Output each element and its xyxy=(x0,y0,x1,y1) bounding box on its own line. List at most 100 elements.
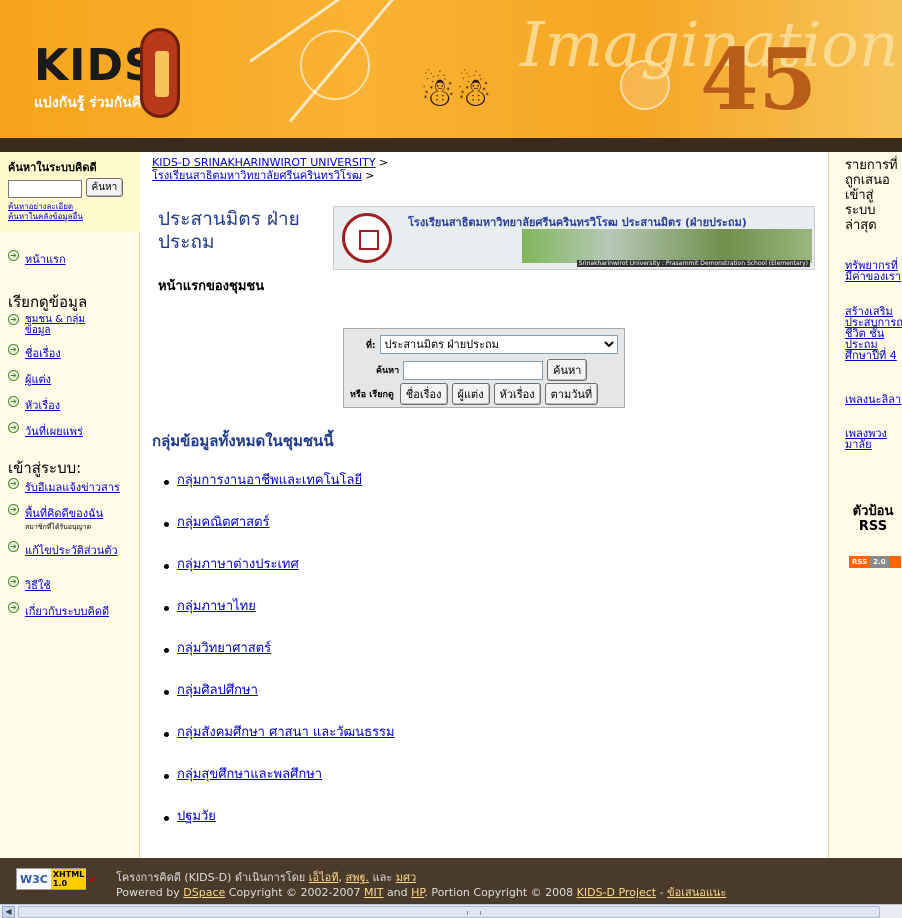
scroll-left-icon[interactable]: ◀ xyxy=(2,906,15,918)
collection-link[interactable]: ปฐมวัย xyxy=(177,805,216,826)
collection-link[interactable]: กลุ่มภาษาต่างประเทศ xyxy=(177,553,299,574)
edit-profile-link[interactable]: แก้ไขประวัติส่วนตัว xyxy=(25,541,118,559)
recent-item-link[interactable]: สร้างเสริมประสบการณ์ชีวิต ชั้นประถมศึกษา… xyxy=(845,306,902,361)
collection-link[interactable]: กลุ่มศิลปศึกษา xyxy=(177,679,258,700)
footer-dspace-link[interactable]: DSpace xyxy=(183,886,225,899)
collections-list: กลุ่มการงานอาชีพและเทคโนโลยี กลุ่มคณิตศา… xyxy=(164,458,395,836)
arrow-icon: ➔ xyxy=(8,478,19,489)
arrow-icon: ➔ xyxy=(8,422,19,433)
search-scope-select[interactable]: ประสานมิตร ฝ่ายประถม xyxy=(379,335,618,354)
home-link[interactable]: หน้าแรก xyxy=(25,250,66,268)
footer-line-2: Powered by DSpace Copyright © 2002-2007 … xyxy=(116,883,726,901)
arrow-icon: ➔ xyxy=(8,504,19,515)
arrow-icon: ➔ xyxy=(8,250,19,261)
community-home-heading: หน้าแรกของชุมชน xyxy=(158,279,265,294)
browse-nav: ➔ ชุมชน & กลุ่มข้อมูล ➔ ชื่อเรื่อง ➔ ผู้แต่… xyxy=(8,314,105,448)
community-search-input[interactable] xyxy=(403,360,544,380)
browse-date-button[interactable]: ตามวันที่ xyxy=(544,383,599,405)
school-seal-icon xyxy=(342,213,392,263)
breadcrumb-school[interactable]: โรงเรียนสาธิตมหาวิทยาลัยศรีนครินทรวิโรฒ xyxy=(152,169,362,182)
recent-item-link[interactable]: เพลงพวงมาลัย xyxy=(845,428,902,450)
left-sidebar: ค้นหาในระบบคิดดี ค้นหา ค้นหาอย่างละเอียด… xyxy=(0,152,140,858)
browse-heading: เรียกดูข้อมูล xyxy=(8,293,88,311)
footer-powered-by: Powered by xyxy=(116,886,180,899)
banner-decoration xyxy=(300,30,370,100)
collection-link[interactable]: กลุ่มภาษาไทย xyxy=(177,595,256,616)
collection-link[interactable]: กลุ่มการงานอาชีพและเทคโนโลยี xyxy=(177,469,362,490)
rss-heading: ตัวป้อน RSS xyxy=(852,504,894,534)
breadcrumb-university[interactable]: KIDS-D SRINAKHARINWIROT UNIVERSITY xyxy=(152,156,376,169)
banner-bg-number: 45 xyxy=(700,30,817,129)
sidebar-search-button[interactable]: ค้นหา xyxy=(85,177,124,197)
browse-author-button[interactable]: ผู้แต่ง xyxy=(451,383,490,405)
rss-badge-label: RSS xyxy=(852,558,868,566)
list-item: ปฐมวัย xyxy=(164,794,395,836)
main-content: KIDS-D SRINAKHARINWIROT UNIVERSITY > โรง… xyxy=(141,152,828,858)
browse-subject-button[interactable]: หัวเรื่อง xyxy=(493,383,541,405)
list-item: กลุ่มการงานอาชีพและเทคโนโลยี xyxy=(164,458,395,500)
site-banner: KIDS แบ่งกันรู้ ร่วมกันคิด Imagination ☃… xyxy=(0,0,902,138)
recent-item-link[interactable]: ทรัพยากรที่มีค่าของเรา xyxy=(845,260,902,282)
sidebar-search-input[interactable] xyxy=(8,180,82,198)
browse-authors-link[interactable]: ผู้แต่ง xyxy=(25,370,51,388)
logo-book-icon xyxy=(140,28,180,118)
arrow-icon: ➔ xyxy=(8,396,19,407)
browse-title-button[interactable]: ชื่อเรื่อง xyxy=(399,383,448,405)
list-item: กลุ่มสังคมศึกษา ศาสนา และวัฒนธรรม xyxy=(164,710,395,752)
arrow-icon: ➔ xyxy=(8,314,19,325)
help-link[interactable]: วิธีใช้ xyxy=(25,576,51,594)
external-search-link[interactable]: ค้นหาในคลังข้อมูลอื่น xyxy=(8,212,140,222)
recent-submissions-heading: รายการที่ถูกเสนอเข้าสู่ระบบล่าสุด xyxy=(845,158,898,233)
horizontal-scrollbar[interactable]: ◀ xyxy=(0,904,902,918)
login-heading: เข้าสู่ระบบ: xyxy=(8,459,82,477)
rss-feed-button[interactable]: RSS 2.0 xyxy=(849,556,901,568)
checkmark-icon: ✔ xyxy=(88,872,98,886)
footer-feedback-link[interactable]: ข้อเสนอแนะ xyxy=(667,886,726,899)
w3c-label: W3C xyxy=(20,872,48,886)
recent-item-link[interactable]: เพลงนะลิลา xyxy=(845,394,902,405)
sidebar-search: ค้นหาในระบบคิดดี ค้นหา ค้นหาอย่างละเอียด… xyxy=(0,152,140,232)
my-space-link[interactable]: พื้นที่คิดดีของฉัน xyxy=(25,507,103,520)
browse-communities-link[interactable]: ชุมชน & กลุ่มข้อมูล xyxy=(25,314,105,336)
list-item: กลุ่มศิลปศึกษา xyxy=(164,668,395,710)
w3c-xhtml-badge[interactable]: W3C XHTML 1.0 ✔ xyxy=(16,868,97,890)
arrow-icon: ➔ xyxy=(8,602,19,613)
about-link[interactable]: เกี่ยวกับระบบคิดดี xyxy=(25,602,109,620)
breadcrumb: KIDS-D SRINAKHARINWIROT UNIVERSITY > โรง… xyxy=(152,156,388,182)
footer-hp-link[interactable]: HP xyxy=(411,886,424,899)
footer-mit-link[interactable]: MIT xyxy=(364,886,383,899)
scrollbar-thumb[interactable] xyxy=(18,906,880,918)
email-alerts-link[interactable]: รับอีเมลแจ้งข่าวสาร xyxy=(25,478,120,496)
site-tagline: แบ่งกันรู้ ร่วมกันคิด xyxy=(34,95,151,111)
list-item: กลุ่มภาษาไทย xyxy=(164,584,395,626)
collection-link[interactable]: กลุ่มคณิตศาสตร์ xyxy=(177,511,270,532)
arrow-icon: ➔ xyxy=(8,576,19,587)
authorized-note: สมาชิกที่ได้รับอนุญาต xyxy=(25,523,92,531)
browse-dates-link[interactable]: วันที่เผยแพร่ xyxy=(25,422,83,440)
list-item: กลุ่มสุขศึกษาและพลศึกษา xyxy=(164,752,395,794)
school-banner-image: โรงเรียนสาธิตมหาวิทยาลัยศรีนครินทรวิโรฒ … xyxy=(333,206,815,270)
site-footer: W3C XHTML 1.0 ✔ โครงการคิดดี (KIDS-D) ดำ… xyxy=(0,858,902,904)
community-search-panel: ที่: ประสานมิตร ฝ่ายประถม ค้นหา ค้นหา หร… xyxy=(343,328,625,408)
browse-subjects-link[interactable]: หัวเรื่อง xyxy=(25,396,60,414)
search-query-label: ค้นหา xyxy=(376,366,400,376)
site-logo[interactable]: KIDS xyxy=(34,40,157,91)
xhtml-label: XHTML 1.0 xyxy=(50,869,87,889)
login-nav: ➔ รับอีเมลแจ้งข่าวสาร ➔ พื้นที่คิดดีของฉัน… xyxy=(8,478,120,567)
browse-titles-link[interactable]: ชื่อเรื่อง xyxy=(25,344,61,362)
list-item: กลุ่มภาษาต่างประเทศ xyxy=(164,542,395,584)
collection-link[interactable]: กลุ่มสุขศึกษาและพลศึกษา xyxy=(177,763,322,784)
advanced-search-link[interactable]: ค้นหาอย่างละเอียด xyxy=(8,202,140,212)
breadcrumb-separator: > xyxy=(379,156,389,169)
footer-portion: . Portion Copyright © 2008 xyxy=(424,886,574,899)
list-item: กลุ่มคณิตศาสตร์ xyxy=(164,500,395,542)
page-title: ประสานมิตร ฝ่ายประถม xyxy=(158,208,300,253)
rss-badge-version: 2.0 xyxy=(870,556,889,568)
collection-link[interactable]: กลุ่มวิทยาศาสตร์ xyxy=(177,637,271,658)
collection-link[interactable]: กลุ่มสังคมศึกษา ศาสนา และวัฒนธรรม xyxy=(177,721,395,742)
banner-divider xyxy=(0,138,902,152)
footer-kids-project-link[interactable]: KIDS-D Project xyxy=(577,886,656,899)
community-search-button[interactable]: ค้นหา xyxy=(547,359,588,381)
school-banner-caption: Srinakharinwirot University : Prasarnmit… xyxy=(576,260,810,267)
footer-copyright: Copyright © 2002-2007 xyxy=(228,886,361,899)
